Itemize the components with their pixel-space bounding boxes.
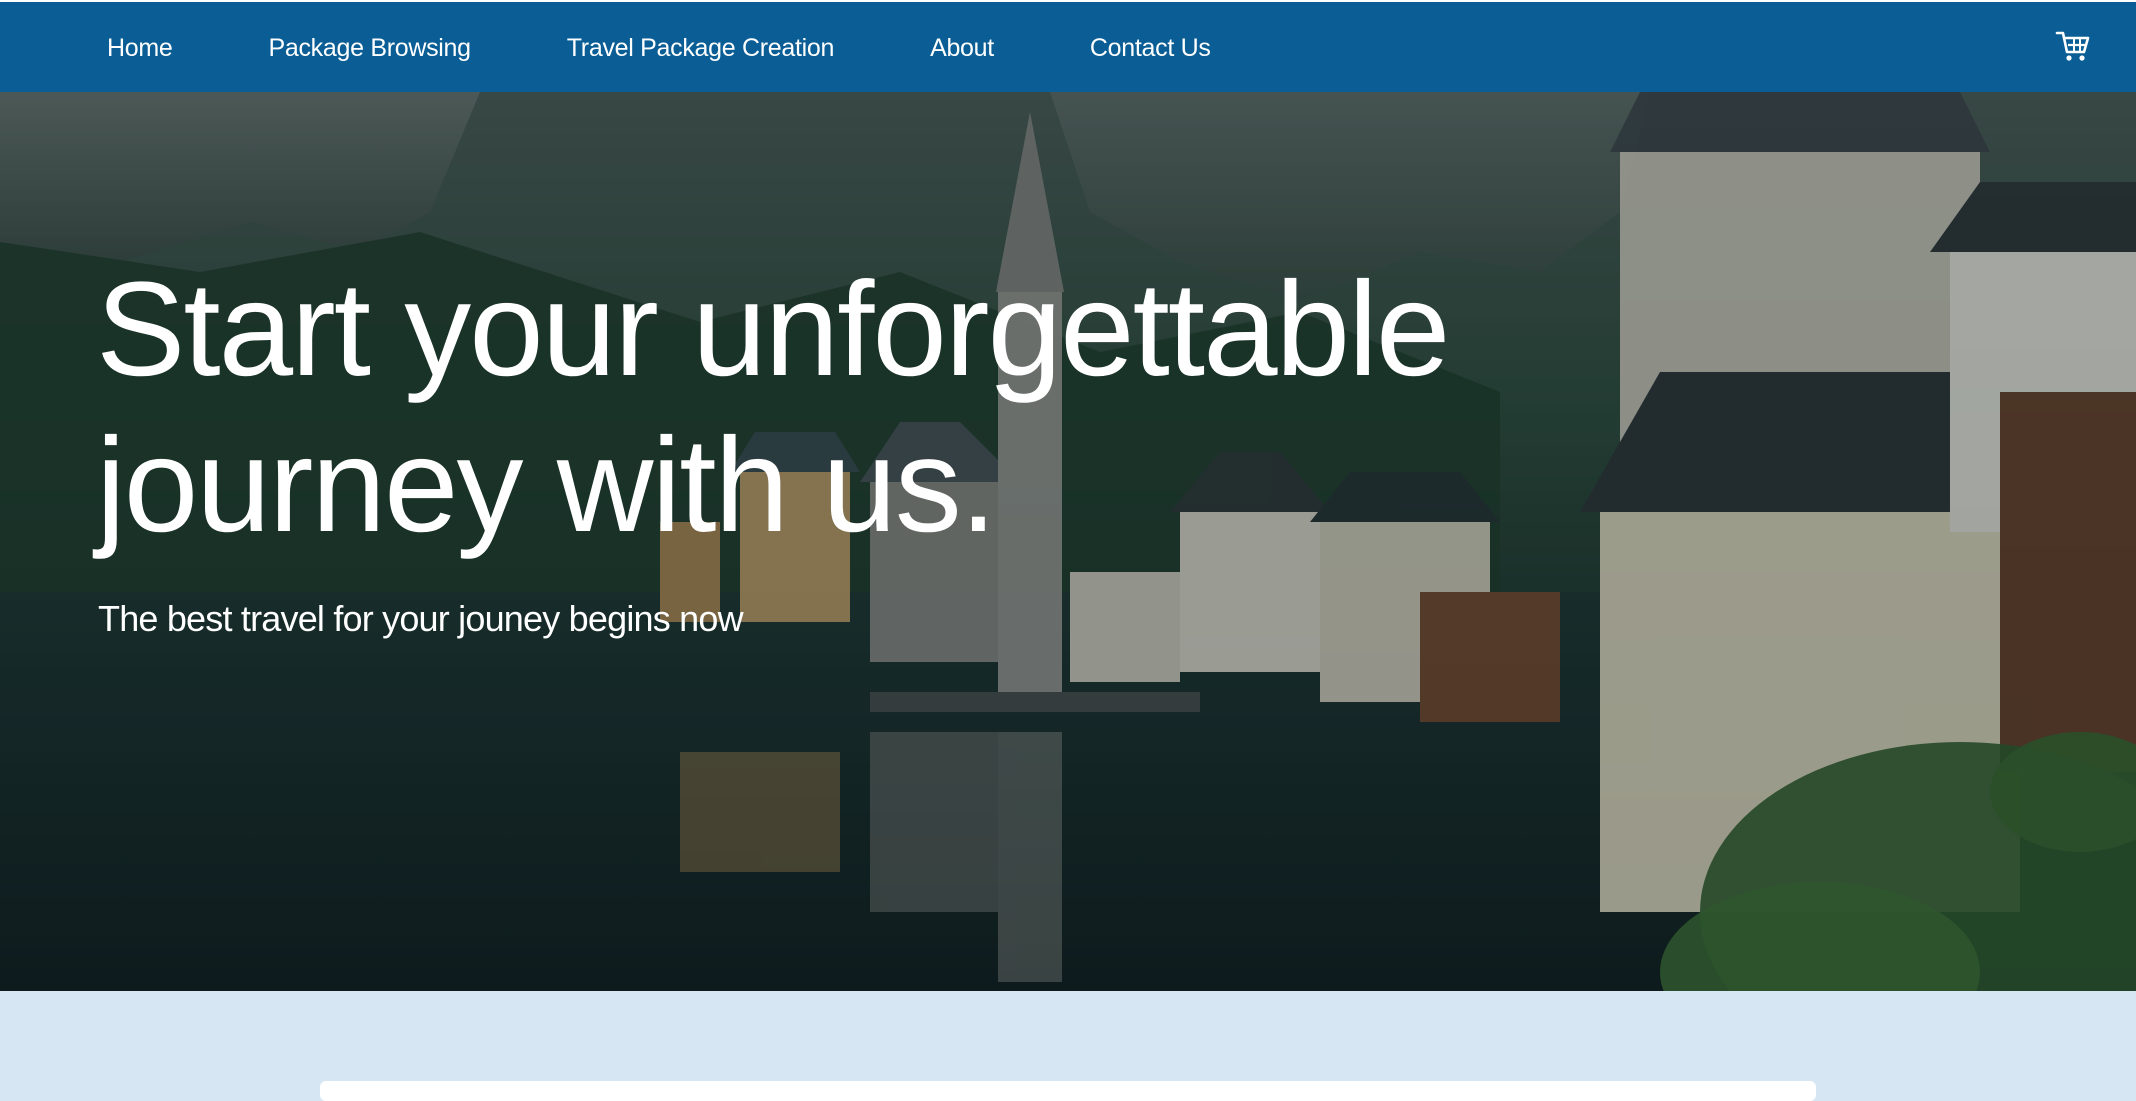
- nav-travel-package-creation[interactable]: Travel Package Creation: [567, 34, 835, 63]
- nav-contact-us[interactable]: Contact Us: [1090, 34, 1211, 63]
- nav-home[interactable]: Home: [107, 34, 173, 63]
- nav-about[interactable]: About: [930, 34, 994, 63]
- hero-subtitle: The best travel for your jouney begins n…: [98, 598, 744, 639]
- hero-heading: Start your unforgettable journey with us…: [96, 252, 1596, 564]
- hero-section: Start your unforgettable journey with us…: [0, 92, 2136, 991]
- top-navigation-bar: Home Package Browsing Travel Package Cre…: [0, 0, 2136, 92]
- main-nav: Home Package Browsing Travel Package Cre…: [107, 2, 1211, 94]
- shopping-cart-icon[interactable]: [2055, 28, 2091, 64]
- content-card: [320, 1081, 1816, 1101]
- hero-heading-line-1: Start your unforgettable: [96, 255, 1450, 404]
- content-area: [0, 991, 2136, 1101]
- hero-heading-line-2: journey with us.: [96, 411, 997, 560]
- nav-package-browsing[interactable]: Package Browsing: [269, 34, 472, 63]
